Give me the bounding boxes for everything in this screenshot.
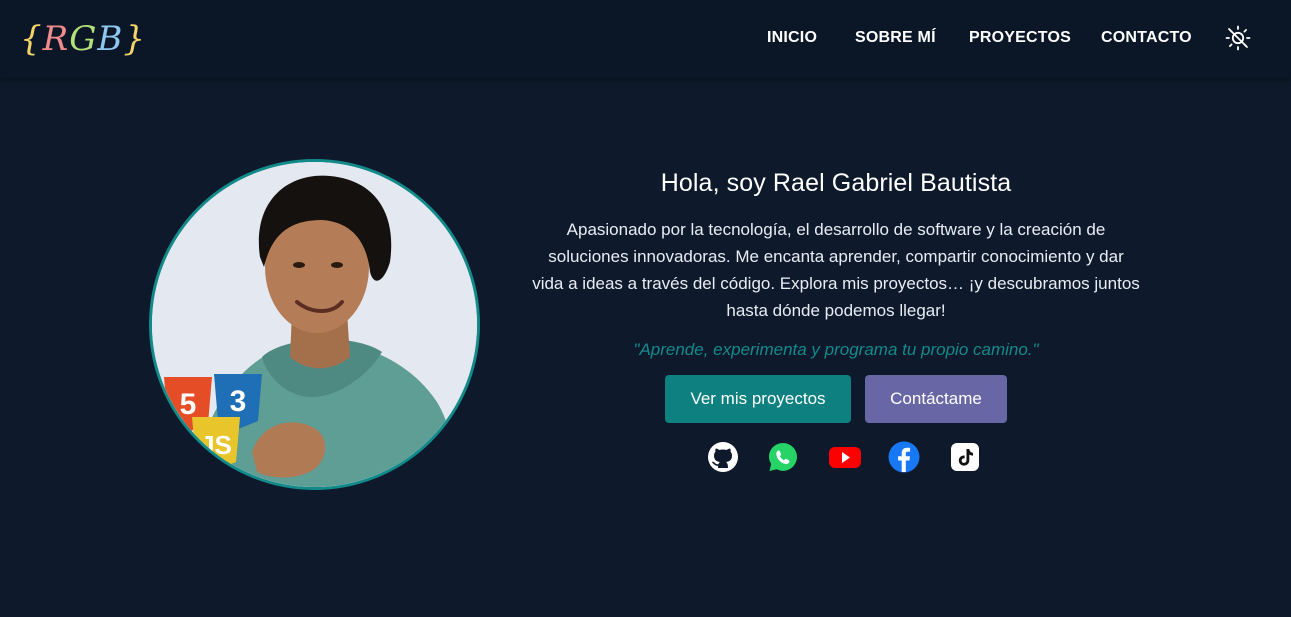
logo-letter: G — [69, 19, 98, 59]
navbar: {RGB} INICIO SOBRE MÍ PROYECTOS CONTACTO — [0, 0, 1291, 78]
nav-link-sobre-mi[interactable]: SOBRE MÍ — [855, 29, 936, 49]
facebook-icon — [888, 441, 920, 473]
logo[interactable]: {RGB} — [20, 16, 146, 62]
logo-letter: } — [123, 19, 147, 59]
nav-link-inicio[interactable]: INICIO — [767, 29, 817, 49]
theme-toggle-button[interactable] — [1224, 24, 1252, 52]
github-link[interactable] — [707, 441, 739, 473]
youtube-icon — [829, 447, 861, 468]
view-projects-button[interactable]: Ver mis proyectos — [665, 375, 851, 423]
github-icon — [708, 442, 738, 472]
hero-title: Hola, soy Rael Gabriel Bautista — [660, 169, 1012, 197]
hero-description: Apasionado por la tecnología, el desarro… — [532, 220, 1140, 320]
tiktok-icon — [951, 443, 979, 471]
youtube-link[interactable] — [828, 441, 861, 473]
contact-me-button[interactable]: Contáctame — [865, 375, 1007, 423]
sun-off-icon — [1225, 25, 1251, 51]
svg-text:5: 5 — [180, 388, 197, 421]
logo-letter: B — [97, 19, 124, 59]
profile-photo: 5 3 JS — [149, 159, 480, 490]
nav-link-proyectos[interactable]: PROYECTOS — [969, 29, 1071, 49]
logo-letter: { — [20, 19, 43, 59]
tiktok-link[interactable] — [949, 441, 981, 473]
hero-quote: "Aprende, experimenta y programa tu prop… — [633, 340, 1039, 359]
facebook-link[interactable] — [888, 441, 920, 473]
nav-link-contacto[interactable]: CONTACTO — [1101, 29, 1192, 49]
svg-text:JS: JS — [200, 430, 232, 460]
logo-letter: R — [42, 19, 70, 59]
svg-text:3: 3 — [230, 385, 247, 418]
whatsapp-icon — [769, 443, 797, 471]
whatsapp-link[interactable] — [767, 441, 799, 473]
